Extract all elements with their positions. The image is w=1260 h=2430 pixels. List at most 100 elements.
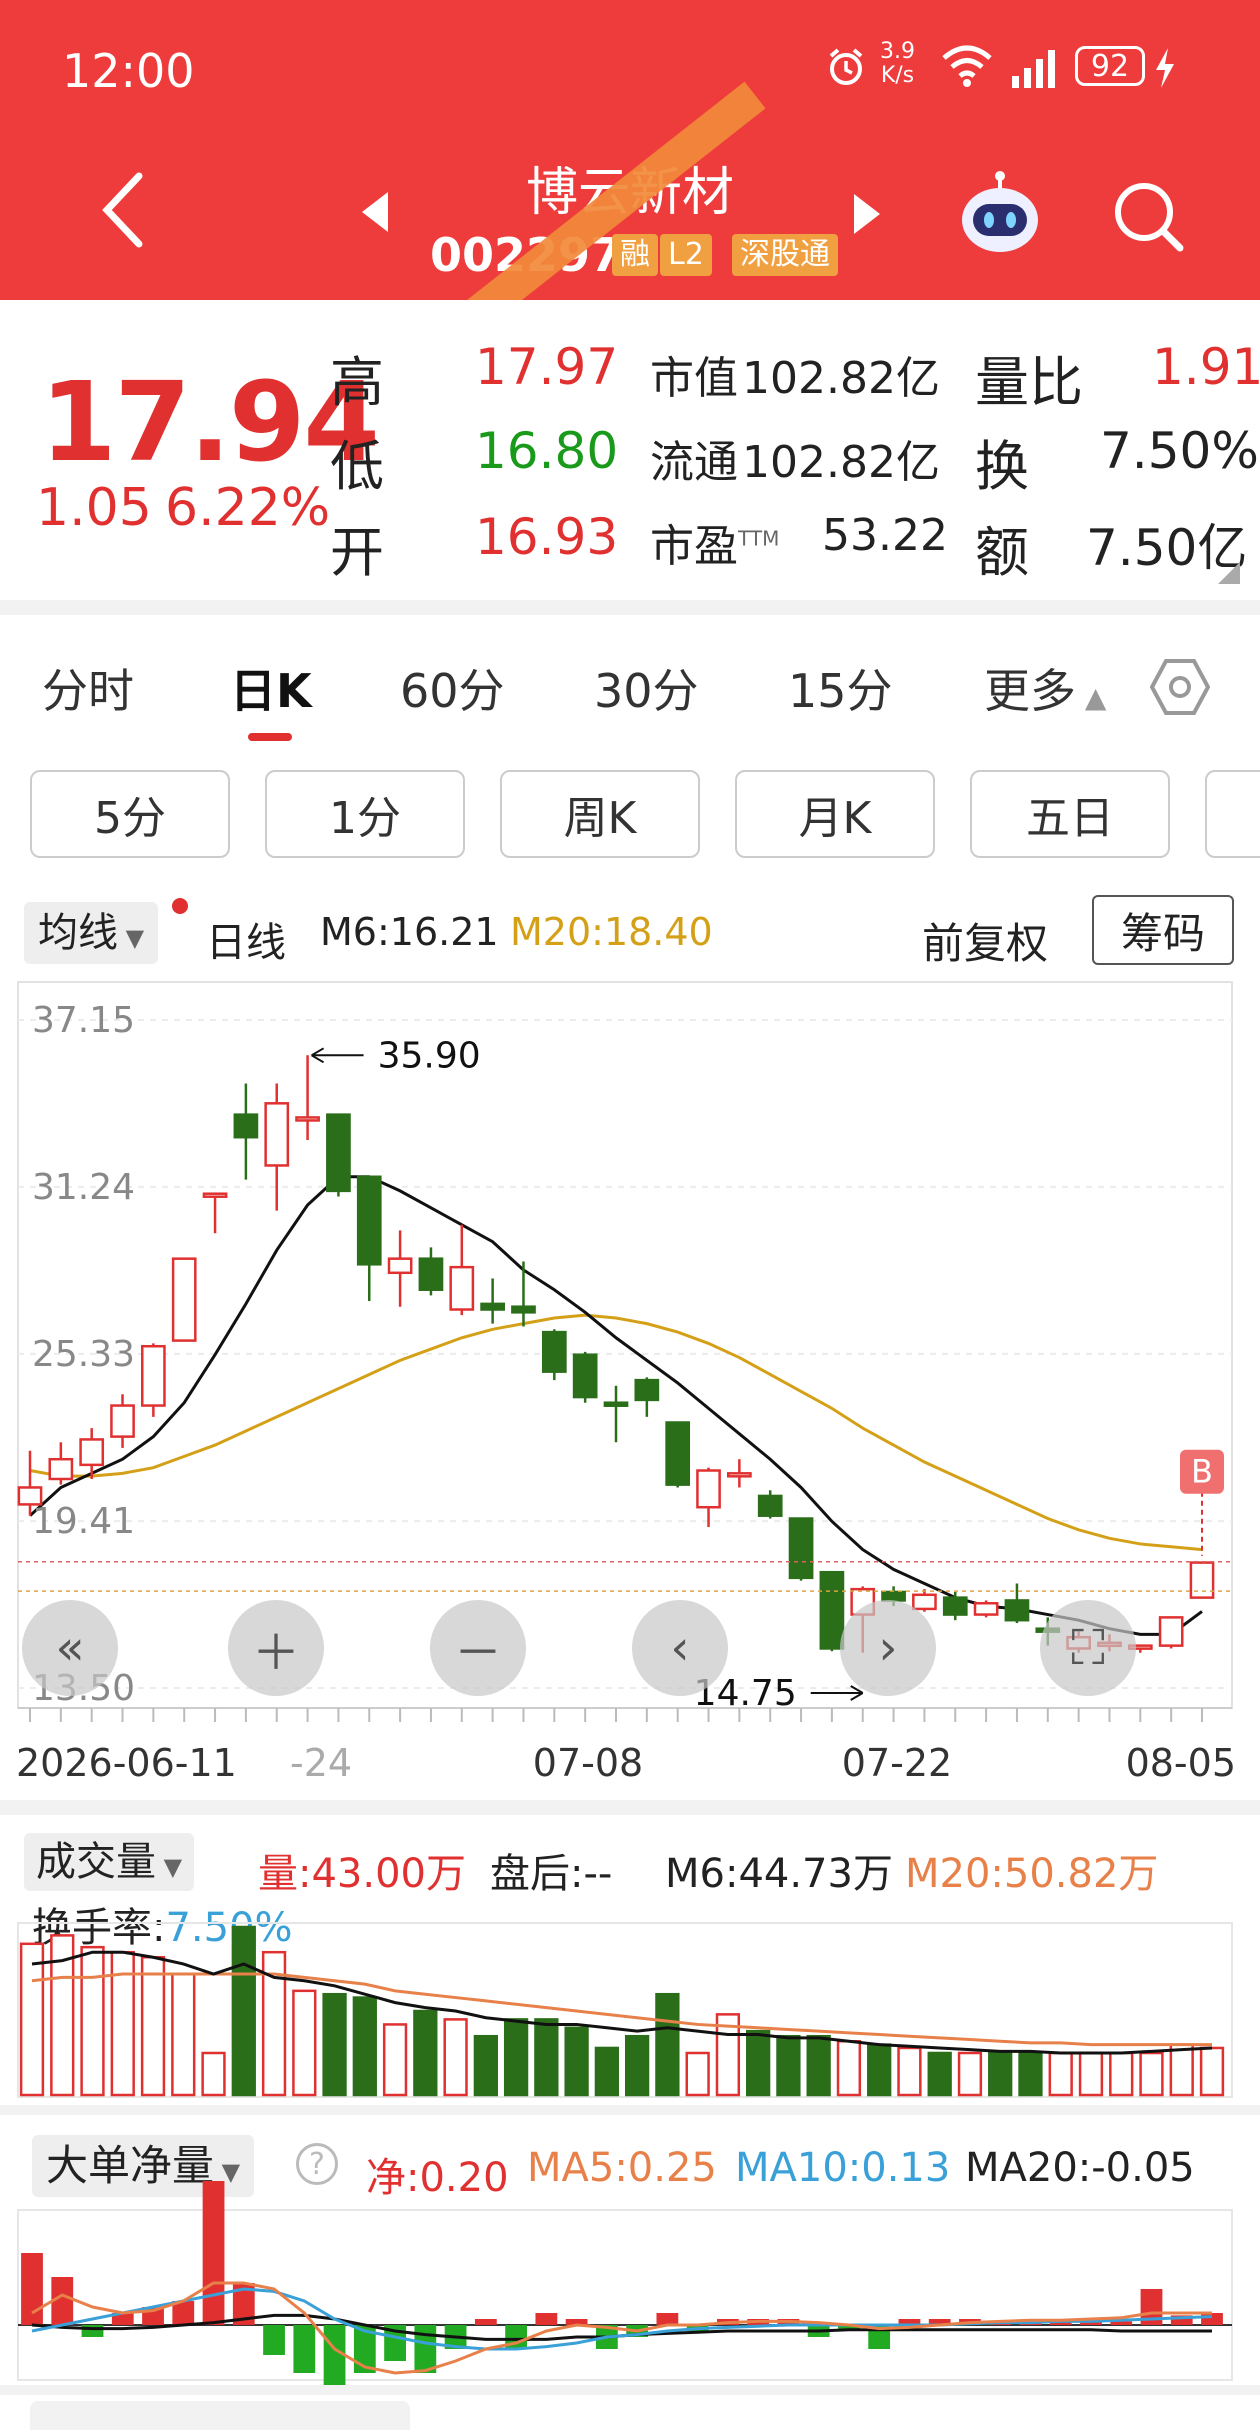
y-tick-label: 31.24 [32,1167,135,1208]
quote-panel: 17.94 1.05 6.22% 高 17.97 低 16.80 开 16.93… [0,300,1260,600]
volume-bar [836,2039,862,2097]
candle-body [912,1593,937,1611]
buy-marker-label: B [1191,1453,1213,1491]
volume-bar [594,2046,620,2097]
pe-ttm-label: TTM [738,526,780,551]
volume-bar [1169,2043,1194,2097]
volume-bar [897,2046,922,2097]
zoom-out-button[interactable]: － [430,1600,526,1696]
candle-body [79,1438,105,1467]
indicator-dropdown[interactable]: 均线 ▼ [24,902,159,964]
volume-bar [231,1925,256,2097]
tab-15min[interactable]: 15分 [788,655,893,721]
bottom-tab-stub[interactable] [30,2401,410,2430]
low-label: 低 [330,435,384,498]
candle-body [264,1102,290,1167]
tab-30min[interactable]: 30分 [594,655,699,721]
period-tabs: 分时 日K 60分 30分 15分 更多 ▲ [0,615,1260,765]
volume-bar [1139,2051,1164,2097]
candle-body [819,1570,845,1650]
net-speed: 3.9 K/s [880,39,915,88]
volume-bar [382,2023,408,2097]
pe-label: 市盈TTM [650,521,780,572]
volume-bar [19,1942,45,2097]
turnover-label: 换 [975,435,1029,498]
dropdown-caret-icon: ▼ [118,924,145,952]
open-value: 16.93 [475,508,619,566]
low-value: 16.80 [475,422,619,480]
candle-body [480,1302,505,1311]
float-value: 102.82亿 [742,437,940,488]
subtab-monthly-k[interactable]: 月K [735,770,935,858]
flow-frame [17,2209,1233,2381]
tab-intraday[interactable]: 分时 [42,655,134,721]
volume-bar [534,2018,559,2097]
price-change-pct: 6.22% [165,478,331,538]
robot-assistant-icon[interactable] [955,170,1045,264]
chip-distribution-button[interactable]: 筹码 [1092,895,1234,965]
tab-more[interactable]: 更多 ▲ [984,655,1106,721]
volume-bar [473,2034,498,2097]
y-tick-label: 19.41 [32,1501,135,1542]
subtab-weekly-k[interactable]: 周K [500,770,700,858]
pe-value: 53.22 [822,510,948,561]
ma-legend-row: 均线 ▼ 日线 M6:16.21 M20:18.40 前复权 筹码 [0,880,1260,980]
battery-level: 92 [1090,48,1130,84]
expand-corner-icon[interactable] [1218,562,1240,588]
candle-body [110,1404,135,1438]
candle-body [356,1175,382,1266]
volume-bar [1018,2051,1043,2097]
active-tab-indicator [248,733,292,741]
scroll-right-button[interactable]: › [840,1600,936,1696]
x-tick-label: 07-22 [842,1741,952,1785]
flow-bar [535,2313,558,2325]
charging-icon [1152,46,1178,94]
high-label: 高 [330,351,384,414]
x-tick-label: -24 [290,1741,352,1785]
candle-body [449,1265,475,1311]
candle-body [942,1596,968,1616]
volume-bar [957,2051,983,2097]
scroll-left-button[interactable]: ‹ [632,1600,728,1696]
candle-body [233,1113,259,1139]
price-change: 1.05 [36,478,152,538]
header-bar: 12:00 3.9K/s 92 博云新材 002297 融 L2 深股通 [0,0,1260,349]
subtab-overflow[interactable] [1205,770,1260,858]
candle-body [696,1469,721,1509]
m20-value: M20:18.40 [510,910,713,954]
candle-body [572,1353,598,1399]
mcap-label: 市值 [650,353,738,404]
volume-bar [564,2026,589,2097]
back-icon[interactable] [95,170,155,254]
y-tick-label: 37.15 [32,1000,135,1041]
candle-body [326,1113,351,1193]
subtab-five-day[interactable]: 五日 [970,770,1170,858]
scroll-left-fast-button[interactable]: « [22,1600,118,1696]
tab-daily-k[interactable]: 日K [230,655,312,721]
flow-bar [293,2325,316,2373]
zoom-in-button[interactable]: ＋ [228,1600,324,1696]
x-tick-label: 2026-06-11 [16,1741,237,1785]
subtab-5min[interactable]: 5分 [30,770,230,858]
next-stock-icon[interactable] [852,192,882,240]
fullscreen-button[interactable]: ⛶ [1040,1600,1136,1696]
settings-hex-icon[interactable] [1148,655,1212,723]
flow-bar [1201,2313,1223,2325]
candle-body [788,1517,814,1580]
volume-bar [140,1955,166,2097]
price-adjust-option[interactable]: 前复权 [922,910,1048,971]
volume-bar [1048,2051,1073,2097]
kline-chart[interactable]: 37.1531.2425.3319.4113.50 2026-06-11-240… [0,980,1260,1800]
candle-body [171,1257,197,1342]
flow-svg [17,2181,1233,2385]
tab-60min[interactable]: 60分 [400,655,505,721]
candle-body [387,1257,413,1275]
volume-bar [1078,2051,1104,2097]
search-icon[interactable] [1108,176,1188,260]
prev-stock-icon[interactable] [360,190,390,238]
subtab-1min[interactable]: 1分 [265,770,465,858]
candle-body [727,1472,752,1478]
volume-m20-line [31,1972,1212,2047]
bottom-strip [0,2395,1260,2430]
volume-bar [1199,2046,1225,2097]
